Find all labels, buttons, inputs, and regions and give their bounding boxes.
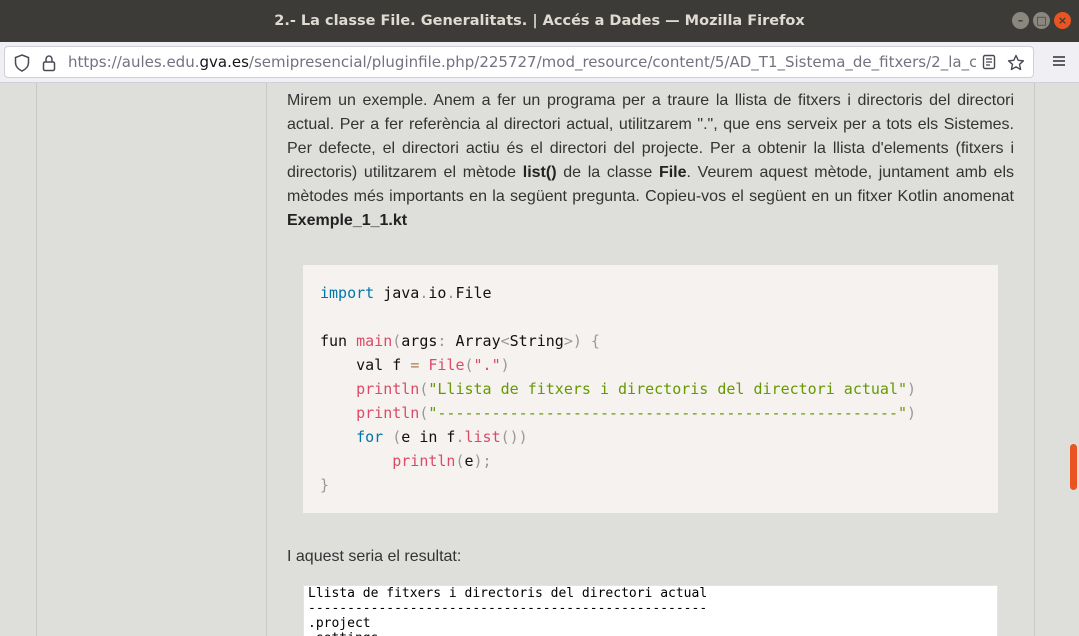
- intro-paragraph: Mirem un exemple. Anem a fer un programa…: [287, 89, 1014, 233]
- window-controls: – □ ×: [1012, 12, 1071, 29]
- lock-icon[interactable]: [40, 54, 58, 72]
- url-bar[interactable]: https://aules.edu.gva.es/semipresencial/…: [4, 46, 1034, 78]
- program-output: Llista de fitxers i directoris del direc…: [308, 586, 708, 636]
- bold-filename: Exemple_1_1.kt: [287, 212, 408, 229]
- window-titlebar: 2.- La classe File. Generalitats. | Accé…: [0, 0, 1079, 42]
- window-title: 2.- La classe File. Generalitats. | Accé…: [274, 13, 805, 29]
- kotlin-code: import java.io.File fun main(args: Array…: [320, 284, 917, 494]
- reader-view-icon[interactable]: [980, 54, 998, 72]
- page-content: Mirem un exemple. Anem a fer un programa…: [0, 83, 1079, 636]
- output-block[interactable]: Llista de fitxers i directoris del direc…: [303, 585, 998, 636]
- paragraph-text: de la classe: [556, 164, 659, 181]
- divider: [36, 83, 37, 636]
- scrollbar-thumb[interactable]: [1070, 444, 1077, 490]
- divider: [1034, 83, 1035, 636]
- navigation-toolbar: https://aules.edu.gva.es/semipresencial/…: [0, 42, 1079, 83]
- url-prefix: https://aules.edu.: [68, 53, 200, 71]
- url-text[interactable]: https://aules.edu.gva.es/semipresencial/…: [68, 47, 976, 77]
- close-icon[interactable]: ×: [1054, 12, 1071, 29]
- bold-method-list: list(): [522, 164, 557, 181]
- minimize-icon[interactable]: –: [1012, 12, 1029, 29]
- divider: [266, 83, 267, 636]
- hamburger-menu-icon[interactable]: [1051, 53, 1067, 71]
- url-domain: gva.es: [199, 53, 249, 71]
- shield-icon[interactable]: [13, 54, 31, 72]
- url-path: /semipresencial/pluginfile.php/225727/mo…: [248, 53, 976, 71]
- code-block[interactable]: import java.io.File fun main(args: Array…: [303, 265, 998, 513]
- bold-class-file: File: [658, 164, 687, 181]
- maximize-icon[interactable]: □: [1033, 12, 1050, 29]
- bookmark-star-icon[interactable]: [1007, 54, 1025, 72]
- result-intro-text: I aquest seria el resultat:: [287, 548, 462, 565]
